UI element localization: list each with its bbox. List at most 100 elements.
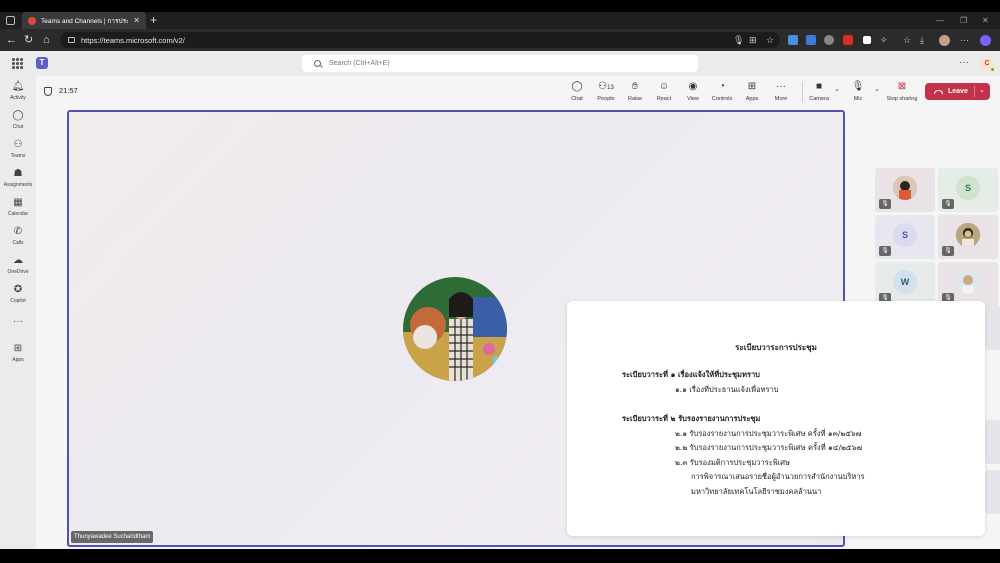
extension-icon-3[interactable] bbox=[843, 35, 853, 45]
teams-icon: ⚇ bbox=[13, 139, 23, 150]
favorite-star-icon[interactable]: ☆ bbox=[766, 29, 774, 51]
extension-icon-4[interactable] bbox=[863, 36, 871, 44]
apps-button[interactable]: ⊞ Apps bbox=[736, 80, 768, 102]
shield-icon bbox=[44, 87, 52, 96]
mic-label: Mic bbox=[853, 96, 863, 102]
participant-avatar bbox=[893, 176, 917, 200]
rail-item-calls[interactable]: ✆ Calls bbox=[0, 226, 36, 246]
leave-options-chevron-icon[interactable]: ⌄ bbox=[979, 86, 985, 94]
stop-sharing-label: Stop sharing bbox=[886, 96, 918, 102]
app-available-icon[interactable]: ⊞ bbox=[749, 29, 757, 51]
profile-icon[interactable] bbox=[939, 35, 950, 46]
controls-button[interactable]: ◔ Controls bbox=[706, 80, 738, 102]
participant-tile-partial[interactable] bbox=[985, 470, 1000, 514]
browser-tab-active[interactable]: Teams and Channels | การประ ✕ bbox=[22, 12, 146, 29]
search-icon bbox=[314, 60, 321, 67]
agenda-item-1-heading: ระเบียบวาระที่ ๑ เรื่องแจ้งให้ที่ประชุมท… bbox=[622, 370, 760, 379]
mic-permission-icon[interactable]: 🎙 bbox=[733, 29, 744, 51]
participant-avatar bbox=[956, 270, 980, 294]
view-button[interactable]: ◉ View bbox=[677, 80, 709, 102]
agenda-item-2-3: ๒.๓ รับรองมติการประชุมวาระพิเศษ bbox=[675, 458, 790, 467]
people-icon: ⚇13 bbox=[598, 81, 614, 92]
react-label: React bbox=[656, 96, 672, 102]
tab-actions-icon[interactable] bbox=[6, 16, 15, 25]
browser-menu-icon[interactable]: ··· bbox=[960, 29, 969, 51]
add-app-icon: ⊞ bbox=[747, 81, 757, 92]
extension-icon-1[interactable] bbox=[806, 35, 816, 45]
stop-sharing-icon: ⊠ bbox=[897, 81, 907, 92]
rail-label: Calls bbox=[12, 240, 24, 246]
document-title: ระเบียบวาระการประชุม bbox=[735, 342, 817, 352]
app-launcher-icon[interactable] bbox=[12, 58, 23, 69]
mic-options-chevron-icon[interactable]: ⌄ bbox=[874, 85, 880, 93]
teams-favicon-icon bbox=[28, 16, 36, 25]
home-icon[interactable]: ⌂ bbox=[43, 29, 50, 51]
copilot-browser-icon[interactable] bbox=[980, 35, 991, 46]
leave-label: Leave bbox=[948, 88, 968, 95]
controls-label: Controls bbox=[711, 96, 733, 102]
participant-tile-partial[interactable] bbox=[985, 420, 1000, 464]
url-text: https://teams.microsoft.com/v2/ bbox=[81, 35, 185, 45]
participant-tile[interactable]: S 🎙︎ bbox=[875, 215, 935, 259]
tab-close-icon[interactable]: ✕ bbox=[133, 16, 140, 25]
rail-item-onedrive[interactable]: ☁︎ OneDrive bbox=[0, 255, 36, 275]
participant-avatar: S bbox=[893, 223, 917, 247]
stop-sharing-button[interactable]: ⊠ Stop sharing bbox=[884, 80, 920, 102]
mic-off-icon: 🎙︎ bbox=[851, 81, 865, 92]
screen: Teams and Channels | การประ ✕ + — ❐ ✕ ← … bbox=[0, 0, 1000, 563]
mic-muted-icon: 🎙︎ bbox=[942, 246, 954, 256]
chat-label: Chat bbox=[571, 96, 583, 102]
rail-item-chat[interactable]: ◯ Chat bbox=[0, 110, 36, 130]
camera-button[interactable]: ■ Camera bbox=[803, 80, 835, 102]
participant-tile-partial[interactable] bbox=[985, 306, 1000, 350]
settings-more-icon[interactable]: ··· bbox=[959, 53, 969, 73]
cloud-icon: ☁︎ bbox=[13, 255, 23, 266]
rail-item-apps[interactable]: ⊞ Apps bbox=[0, 343, 36, 363]
participant-tile[interactable]: S 🎙︎ bbox=[938, 168, 998, 212]
react-button[interactable]: ☺ React bbox=[648, 80, 680, 102]
participant-photo bbox=[893, 176, 917, 200]
agenda-item-2-1: ๒.๑ รับรองรายงานการประชุมวาระพิเศษ ครั้ง… bbox=[675, 429, 862, 438]
participant-tile[interactable]: W 🎙︎ bbox=[875, 262, 935, 306]
chat-button[interactable]: ◯ Chat bbox=[561, 80, 593, 102]
restore-icon[interactable]: ❐ bbox=[960, 12, 967, 29]
shared-document: ระเบียบวาระการประชุม ระเบียบวาระที่ ๑ เร… bbox=[567, 301, 985, 536]
mic-button[interactable]: 🎙︎ Mic bbox=[842, 80, 874, 102]
extension-download-icon[interactable] bbox=[788, 35, 798, 45]
people-button[interactable]: ⚇13 People bbox=[590, 80, 622, 102]
camera-options-chevron-icon[interactable]: ⌄ bbox=[834, 85, 840, 93]
site-info-icon[interactable] bbox=[68, 37, 75, 43]
rail-label: Teams bbox=[10, 153, 26, 159]
raise-hand-button[interactable]: ✋︎ Raise bbox=[619, 80, 651, 102]
refresh-icon[interactable]: ↻ bbox=[24, 29, 33, 51]
rail-item-teams[interactable]: ⚇ Teams bbox=[0, 139, 36, 159]
participant-avatar: W bbox=[893, 270, 917, 294]
bell-icon: 🔔︎ bbox=[11, 81, 25, 92]
leave-button[interactable]: Leave ⌄ bbox=[925, 83, 990, 100]
rail-item-copilot[interactable]: ✪ Copilot bbox=[0, 284, 36, 304]
participant-tile[interactable]: 🎙︎ bbox=[875, 168, 935, 212]
new-tab-icon[interactable]: + bbox=[150, 12, 157, 29]
favorites-icon[interactable]: ☆ bbox=[903, 29, 911, 51]
extensions-puzzle-icon[interactable]: ✧ bbox=[880, 29, 888, 51]
more-button[interactable]: ··· More bbox=[765, 80, 797, 102]
address-bar[interactable]: https://teams.microsoft.com/v2/ bbox=[60, 32, 780, 48]
search-input[interactable]: Search (Ctrl+Alt+E) bbox=[302, 55, 698, 72]
participant-tile[interactable]: 🎙︎ bbox=[938, 262, 998, 306]
extension-icon-2[interactable] bbox=[824, 35, 834, 45]
participant-tile[interactable]: 🎙︎ bbox=[938, 215, 998, 259]
rail-item-assignments[interactable]: ☗ Assignments bbox=[0, 168, 36, 188]
back-icon[interactable]: ← bbox=[6, 29, 17, 51]
rail-more-apps[interactable]: ··· bbox=[0, 316, 36, 328]
window-close-icon[interactable]: ✕ bbox=[982, 12, 989, 29]
rail-item-calendar[interactable]: ▦ Calendar bbox=[0, 197, 36, 217]
rail-item-activity[interactable]: 🔔︎ Activity bbox=[0, 81, 36, 101]
agenda-item-1-1: ๑.๑ เรื่องที่ประธานแจ้งเพื่อทราบ bbox=[675, 385, 779, 394]
calendar-icon: ▦ bbox=[13, 197, 23, 208]
downloads-icon[interactable]: ⤓ bbox=[920, 29, 924, 51]
mic-muted-icon: 🎙︎ bbox=[879, 199, 891, 209]
minimize-icon[interactable]: — bbox=[936, 12, 944, 29]
apps-icon: ⊞ bbox=[13, 343, 23, 354]
teams-logo-icon: T bbox=[36, 57, 48, 69]
more-icon: ··· bbox=[13, 316, 23, 327]
